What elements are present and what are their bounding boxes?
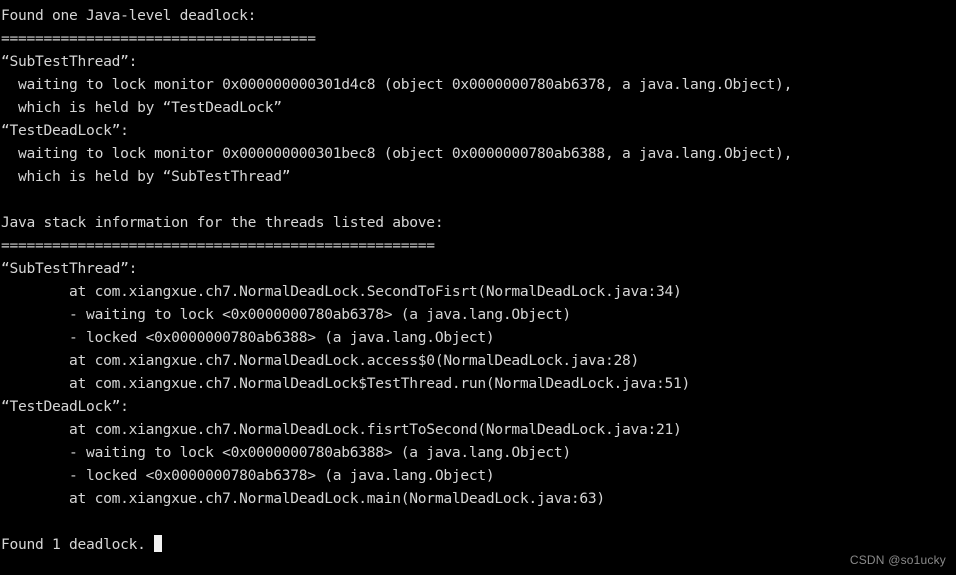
console-line: - waiting to lock <0x0000000780ab6378> (… [1,306,571,323]
terminal-window[interactable]: Found one Java-level deadlock: ==========… [0,0,956,575]
console-line: ===================================== [1,30,316,47]
console-line: “TestDeadLock”: [1,122,129,139]
console-line: - locked <0x0000000780ab6388> (a java.la… [1,329,495,346]
console-line: at com.xiangxue.ch7.NormalDeadLock.main(… [1,490,605,507]
console-line: at com.xiangxue.ch7.NormalDeadLock.Secon… [1,283,682,300]
console-line: at com.xiangxue.ch7.NormalDeadLock.acces… [1,352,639,369]
console-line: Found one Java-level deadlock: [1,7,257,24]
console-line: “SubTestThread”: [1,53,138,70]
console-line: at com.xiangxue.ch7.NormalDeadLock$TestT… [1,375,691,392]
console-line: “SubTestThread”: [1,260,138,277]
console-line: waiting to lock monitor 0x000000000301d4… [1,76,793,93]
console-line: - waiting to lock <0x0000000780ab6388> (… [1,444,571,461]
console-line: which is held by “TestDeadLock” [1,99,282,116]
console-line: - locked <0x0000000780ab6378> (a java.la… [1,467,495,484]
console-line: which is held by “SubTestThread” [1,168,291,185]
console-line: Java stack information for the threads l… [1,214,444,231]
text-cursor [154,535,163,552]
console-line: waiting to lock monitor 0x000000000301be… [1,145,793,162]
console-line: Found 1 deadlock. [0,533,956,556]
console-line: at com.xiangxue.ch7.NormalDeadLock.fisrt… [1,421,682,438]
csdn-watermark: CSDN @so1ucky [849,553,946,567]
console-output: Found one Java-level deadlock: ==========… [0,4,956,556]
console-line: “TestDeadLock”: [1,398,129,415]
console-line: ========================================… [1,237,435,254]
